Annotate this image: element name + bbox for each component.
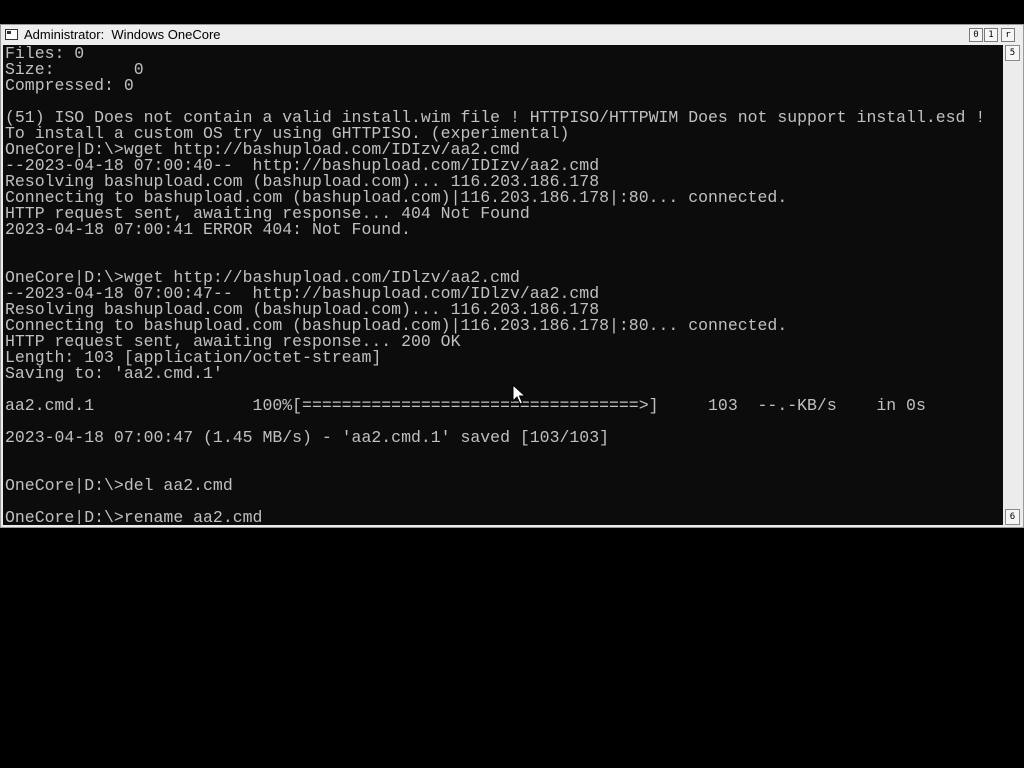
scroll-down-button[interactable]: 6 — [1005, 509, 1020, 525]
vertical-scrollbar[interactable]: 5 6 — [1004, 45, 1021, 525]
console-line: OneCore|D:\>del aa2.cmd — [5, 476, 233, 495]
maximize-button[interactable]: 1 — [984, 28, 998, 42]
title-bar[interactable]: Administrator: Windows OneCore 0 1 r — [1, 25, 1023, 45]
console-line: Files: 0 — [5, 46, 85, 63]
console-text: Files: 0 Size: 0 Compressed: 0 (51) ISO Doe… — [5, 46, 1003, 524]
window-title: Administrator: Windows OneCore — [24, 27, 221, 42]
console-line: aa2.cmd.1 100%[=========================… — [5, 396, 926, 415]
mouse-pointer-icon — [512, 384, 526, 405]
console-line: 2023-04-18 07:00:41 ERROR 404: Not Found… — [5, 220, 411, 239]
scroll-up-button[interactable]: 5 — [1005, 45, 1020, 61]
console-window-icon — [5, 29, 18, 40]
console-line: OneCore|D:\>rename aa2.cmd — [5, 508, 263, 524]
console-output-area[interactable]: Files: 0 Size: 0 Compressed: 0 (51) ISO Doe… — [3, 45, 1003, 525]
console-window: Administrator: Windows OneCore 0 1 r Fil… — [0, 24, 1024, 528]
console-line: Saving to: 'aa2.cmd.1' — [5, 364, 223, 383]
console-line: 2023-04-18 07:00:47 (1.45 MB/s) - 'aa2.c… — [5, 428, 609, 447]
console-line: Size: 0 — [5, 60, 144, 79]
close-button[interactable]: r — [1001, 28, 1015, 42]
minimize-button[interactable]: 0 — [969, 28, 983, 42]
console-line: Compressed: 0 — [5, 76, 134, 95]
